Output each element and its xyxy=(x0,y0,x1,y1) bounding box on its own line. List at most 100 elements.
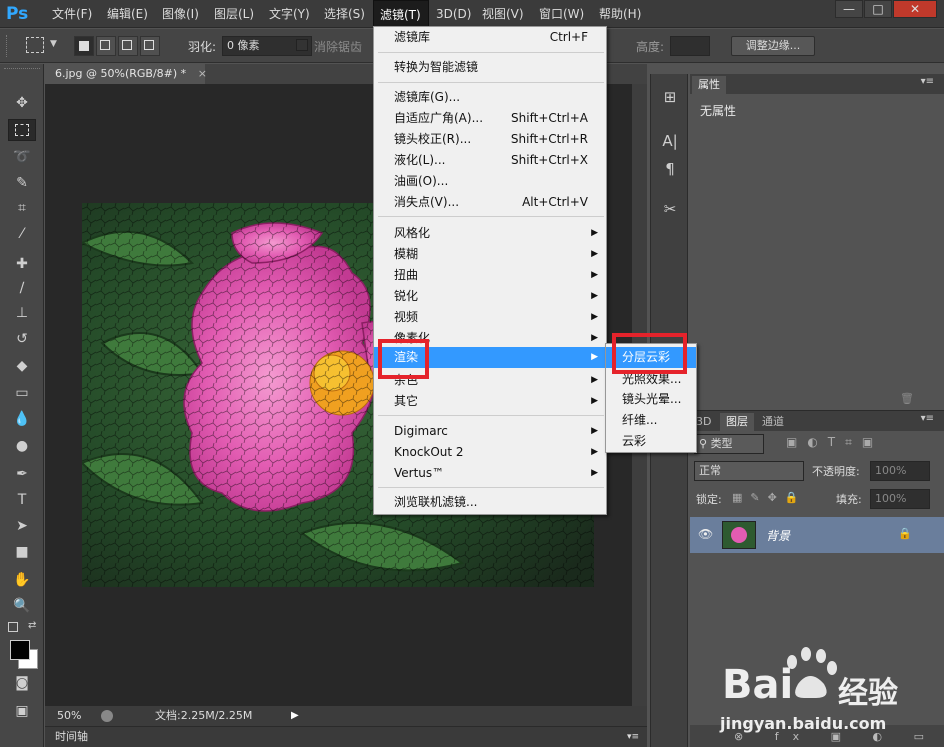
eyedropper-tool-icon[interactable]: ⁄ xyxy=(8,223,36,245)
path-select-tool-icon[interactable]: ➤ xyxy=(8,515,36,537)
menu-separator xyxy=(378,216,604,217)
menu-item-distort[interactable]: 扭曲 ▶ xyxy=(374,265,606,286)
rectangle-tool-icon[interactable]: ■ xyxy=(8,541,36,563)
lock-icons[interactable]: ▦✎✥🔒 xyxy=(732,491,807,504)
menu-item-sharpen[interactable]: 锐化 ▶ xyxy=(374,286,606,307)
timeline-panel: 时间轴 ▾≡ xyxy=(45,726,647,747)
intersect-selection-button[interactable] xyxy=(140,36,160,56)
menu-item-vanishing-point[interactable]: 消失点(V)... Alt+Ctrl+V xyxy=(374,192,606,213)
pen-tool-icon[interactable]: ✒ xyxy=(8,463,36,485)
blend-mode-select[interactable]: 正常 xyxy=(694,461,804,481)
menu-image[interactable]: 图像(I) xyxy=(156,0,205,28)
panel-menu-icon[interactable]: ▾≡ xyxy=(921,413,934,424)
menu-item-digimarc[interactable]: Digimarc ▶ xyxy=(374,421,606,442)
menu-item-other[interactable]: 其它 ▶ xyxy=(374,391,606,412)
menu-edit[interactable]: 编辑(E) xyxy=(101,0,154,28)
menu-item-liquify[interactable]: 液化(L)... Shift+Ctrl+X xyxy=(374,150,606,171)
character-panel-icon[interactable]: A| xyxy=(659,130,681,152)
type-tool-icon[interactable]: T xyxy=(8,489,36,511)
menu-item-convert-smart-filters[interactable]: 转换为智能滤镜 xyxy=(374,57,606,78)
trash-icon[interactable]: 🗑 xyxy=(900,392,914,405)
move-tool-icon[interactable]: ✥ xyxy=(8,92,36,114)
screen-mode-icon[interactable]: ▣ xyxy=(8,700,36,722)
menu-view[interactable]: 视图(V) xyxy=(476,0,530,28)
close-tab-icon[interactable]: × xyxy=(198,67,207,80)
minimize-button[interactable]: — xyxy=(835,0,863,18)
default-colors-icon[interactable] xyxy=(8,622,18,632)
menu-item-stylize[interactable]: 风格化 ▶ xyxy=(374,223,606,244)
blur-tool-icon[interactable]: 💧 xyxy=(8,408,36,430)
gradient-tool-icon[interactable]: ▭ xyxy=(8,382,36,404)
maximize-button[interactable]: □ xyxy=(864,0,892,18)
refine-edge-button[interactable]: 调整边缘... xyxy=(731,36,815,56)
submenu-item-fibers[interactable]: 纤维... xyxy=(606,410,696,431)
lasso-tool-icon[interactable]: ➰ xyxy=(8,146,36,168)
tab-channels[interactable]: 通道 xyxy=(756,413,790,431)
tool-presets-icon[interactable]: ✂ xyxy=(659,198,681,220)
menu-item-filter-gallery-last[interactable]: 滤镜库 Ctrl+F xyxy=(374,27,606,48)
height-input[interactable] xyxy=(670,36,710,56)
layer-filter-select[interactable]: ⚲ 类型 xyxy=(694,434,764,454)
layer-row[interactable]: 👁 背景 🔒 xyxy=(690,517,944,553)
close-window-button[interactable]: ✕ xyxy=(893,0,937,18)
hand-tool-icon[interactable]: ✋ xyxy=(8,569,36,591)
brush-tool-icon[interactable]: ∕ xyxy=(8,277,36,299)
menu-item-blur[interactable]: 模糊 ▶ xyxy=(374,244,606,265)
chevron-down-icon[interactable]: ▼ xyxy=(50,39,57,49)
add-selection-button[interactable] xyxy=(96,36,116,56)
marquee-preset-icon[interactable] xyxy=(26,37,44,53)
new-selection-button[interactable] xyxy=(74,36,94,56)
menu-filter[interactable]: 滤镜(T) xyxy=(373,0,429,28)
zoom-tool-icon[interactable]: 🔍 xyxy=(8,595,36,617)
menu-help[interactable]: 帮助(H) xyxy=(593,0,647,28)
photoshop-logo: Ps xyxy=(6,4,29,24)
tab-properties[interactable]: 属性 xyxy=(692,76,726,94)
quick-mask-icon[interactable]: ◙ xyxy=(8,672,36,694)
submenu-item-clouds[interactable]: 云彩 xyxy=(606,431,696,452)
history-brush-tool-icon[interactable]: ↺ xyxy=(8,328,36,350)
menu-3d[interactable]: 3D(D) xyxy=(430,0,477,28)
status-info-icon[interactable] xyxy=(101,710,113,722)
history-panel-icon[interactable]: ⊞ xyxy=(659,86,681,108)
timeline-tab[interactable]: 时间轴 xyxy=(55,727,88,747)
layer-name[interactable]: 背景 xyxy=(766,527,790,544)
menu-item-video[interactable]: 视频 ▶ xyxy=(374,307,606,328)
menu-select[interactable]: 选择(S) xyxy=(318,0,371,28)
status-arrow-icon[interactable]: ▶ xyxy=(291,706,299,726)
menu-layer[interactable]: 图层(L) xyxy=(208,0,260,28)
menu-file[interactable]: 文件(F) xyxy=(46,0,98,28)
no-properties-text: 无属性 xyxy=(700,104,737,118)
foreground-color-swatch[interactable] xyxy=(10,640,30,660)
paragraph-panel-icon[interactable]: ¶ xyxy=(659,158,681,180)
menu-type[interactable]: 文字(Y) xyxy=(263,0,316,28)
layer-filter-icons[interactable]: ▣◐T⌗▣ xyxy=(786,435,883,450)
menu-item-vertus[interactable]: Vertus™ ▶ xyxy=(374,463,606,484)
panel-menu-icon[interactable]: ▾≡ xyxy=(627,727,639,747)
menu-item-oil-paint[interactable]: 油画(O)... xyxy=(374,171,606,192)
opacity-input[interactable]: 100% xyxy=(870,461,930,481)
submenu-item-lens-flare[interactable]: 镜头光晕... xyxy=(606,389,696,410)
eye-icon[interactable]: 👁 xyxy=(698,527,713,541)
panel-menu-icon[interactable]: ▾≡ xyxy=(921,76,934,87)
antialias-checkbox[interactable] xyxy=(296,39,308,51)
marquee-tool-icon[interactable] xyxy=(8,119,36,141)
menu-window[interactable]: 窗口(W) xyxy=(533,0,590,28)
eraser-tool-icon[interactable]: ◆ xyxy=(8,355,36,377)
menu-item-filter-gallery[interactable]: 滤镜库(G)... xyxy=(374,87,606,108)
crop-tool-icon[interactable]: ⌗ xyxy=(8,197,36,219)
quick-select-tool-icon[interactable]: ✎ xyxy=(8,172,36,194)
menu-item-lens-correction[interactable]: 镜头校正(R)... Shift+Ctrl+R xyxy=(374,129,606,150)
menu-item-knockout[interactable]: KnockOut 2 ▶ xyxy=(374,442,606,463)
fill-input[interactable]: 100% xyxy=(870,489,930,509)
swap-colors-icon[interactable]: ⇄ xyxy=(28,620,36,631)
menu-item-adaptive-wide-angle[interactable]: 自适应广角(A)... Shift+Ctrl+A xyxy=(374,108,606,129)
zoom-level[interactable]: 50% xyxy=(57,706,81,726)
dodge-tool-icon[interactable]: ● xyxy=(8,435,36,457)
menu-item-browse-filters[interactable]: 浏览联机滤镜... xyxy=(374,492,606,513)
subtract-selection-button[interactable] xyxy=(118,36,138,56)
clone-stamp-tool-icon[interactable]: ⊥ xyxy=(8,302,36,324)
document-tab[interactable]: 6.jpg @ 50%(RGB/8#) * × xyxy=(45,64,207,84)
healing-brush-tool-icon[interactable]: ✚ xyxy=(8,253,36,275)
tab-layers[interactable]: 图层 xyxy=(720,413,754,431)
lock-label: 锁定: xyxy=(696,493,722,506)
